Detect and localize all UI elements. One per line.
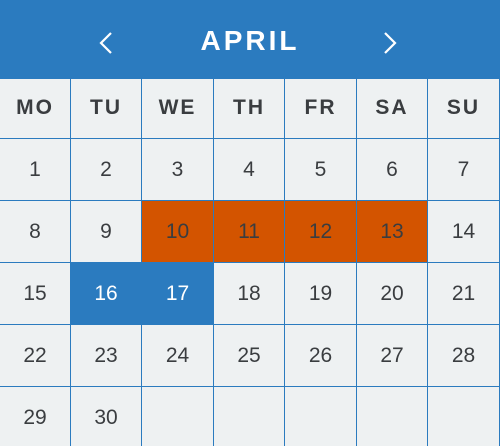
day-cell[interactable]: 1 <box>0 138 71 200</box>
day-cell[interactable]: 27 <box>357 324 428 386</box>
day-cell[interactable]: 30 <box>71 386 142 446</box>
day-cell[interactable]: 7 <box>428 138 500 200</box>
day-cell[interactable]: 17 <box>142 262 214 324</box>
day-cell[interactable]: 5 <box>285 138 357 200</box>
day-cell[interactable]: 21 <box>428 262 500 324</box>
day-cell[interactable]: 16 <box>71 262 142 324</box>
day-cell[interactable]: 4 <box>214 138 285 200</box>
empty-day-cell <box>428 386 500 446</box>
weekday-label: MO <box>0 79 71 138</box>
day-cell[interactable]: 10 <box>142 200 214 262</box>
day-cell[interactable]: 3 <box>142 138 214 200</box>
day-cell[interactable]: 18 <box>214 262 285 324</box>
day-cell[interactable]: 13 <box>357 200 428 262</box>
weekday-header-row: MO TU WE TH FR SA SU <box>0 79 500 138</box>
next-month-button[interactable] <box>370 22 410 62</box>
day-cell[interactable]: 23 <box>71 324 142 386</box>
day-cell[interactable]: 12 <box>285 200 357 262</box>
calendar: APRIL MO TU WE TH FR SA SU 1 2 3 4 5 6 7 8 9 10 11 12 13 14… <box>0 0 500 446</box>
day-cell[interactable]: 25 <box>214 324 285 386</box>
day-cell[interactable]: 20 <box>357 262 428 324</box>
day-cell[interactable]: 15 <box>0 262 71 324</box>
empty-day-cell <box>285 386 357 446</box>
day-cell[interactable]: 19 <box>285 262 357 324</box>
day-cell[interactable]: 24 <box>142 324 214 386</box>
calendar-header: APRIL <box>0 0 500 79</box>
empty-day-cell <box>357 386 428 446</box>
weekday-label: TH <box>214 79 285 138</box>
empty-day-cell <box>214 386 285 446</box>
days-grid: 1 2 3 4 5 6 7 8 9 10 11 12 13 14 15 16 17 18 19 20 21 22 23 24 2… <box>0 138 500 446</box>
day-cell[interactable]: 8 <box>0 200 71 262</box>
day-cell[interactable]: 28 <box>428 324 500 386</box>
chevron-right-icon <box>384 32 397 54</box>
day-cell[interactable]: 2 <box>71 138 142 200</box>
empty-day-cell <box>142 386 214 446</box>
day-cell[interactable]: 26 <box>285 324 357 386</box>
weekday-label: FR <box>285 79 357 138</box>
day-cell[interactable]: 11 <box>214 200 285 262</box>
day-cell[interactable]: 6 <box>357 138 428 200</box>
weekday-label: SA <box>357 79 428 138</box>
day-cell[interactable]: 14 <box>428 200 500 262</box>
day-cell[interactable]: 29 <box>0 386 71 446</box>
day-cell[interactable]: 9 <box>71 200 142 262</box>
weekday-label: SU <box>428 79 500 138</box>
weekday-label: TU <box>71 79 142 138</box>
day-cell[interactable]: 22 <box>0 324 71 386</box>
month-title: APRIL <box>200 25 300 56</box>
weekday-label: WE <box>142 79 214 138</box>
